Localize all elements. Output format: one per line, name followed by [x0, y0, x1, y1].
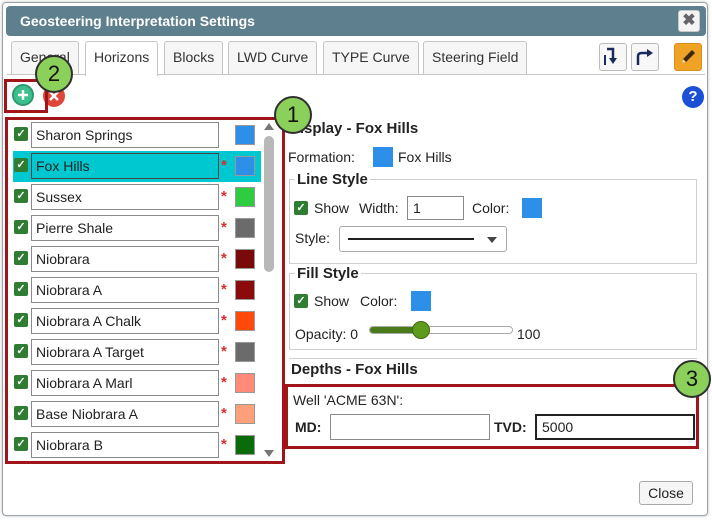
chevron-down-icon	[487, 237, 497, 243]
callout-3: 3	[673, 360, 711, 398]
tab-steering-field[interactable]: Steering Field	[423, 41, 528, 74]
depths-divider	[289, 358, 697, 359]
line-style-title: Line Style	[295, 171, 370, 188]
opacity-max-label: 100	[517, 326, 541, 342]
line-width-input[interactable]: 1	[407, 196, 464, 220]
pencil-icon	[682, 50, 695, 63]
line-style-select[interactable]	[339, 226, 507, 252]
tab-lwd-curve[interactable]: LWD Curve	[228, 41, 318, 74]
opacity-slider-handle[interactable]	[411, 321, 430, 339]
close-button[interactable]: Close	[639, 481, 693, 505]
horizon-list-highlight	[5, 117, 285, 464]
line-width-label: Width:	[359, 200, 399, 216]
dialog-title: Geosteering Interpretation Settings	[20, 13, 255, 29]
opacity-label: Opacity: 0	[295, 326, 359, 342]
formation-value: Fox Hills	[398, 149, 452, 165]
fill-style-title: Fill Style	[295, 265, 361, 282]
line-color-label: Color:	[472, 200, 510, 216]
import-arrow-icon	[604, 47, 617, 65]
callout-2: 2	[35, 55, 73, 93]
import-button[interactable]	[599, 43, 627, 71]
fill-show-checkbox[interactable]: ✓	[294, 294, 308, 308]
formation-label: Formation:	[288, 149, 355, 165]
tab-blocks[interactable]: Blocks	[164, 41, 224, 74]
depths-section-title: Depths - Fox Hills	[291, 361, 418, 378]
tab-horizons[interactable]: Horizons	[85, 41, 159, 76]
line-style-label: Style:	[295, 230, 331, 246]
fill-show-label: Show	[314, 293, 350, 309]
tab-type-curve[interactable]: TYPE Curve	[323, 41, 419, 74]
opacity-slider[interactable]	[369, 326, 513, 334]
settings-dialog: Geosteering Interpretation Settings ✖ Ge…	[2, 2, 711, 516]
export-button[interactable]	[631, 43, 659, 71]
fill-color-label: Color:	[360, 293, 398, 309]
line-color-swatch[interactable]	[522, 198, 542, 218]
edit-button[interactable]	[674, 43, 702, 71]
help-icon[interactable]: ?	[682, 86, 704, 108]
export-arrow-icon	[636, 49, 653, 65]
solid-line-preview	[348, 238, 474, 240]
fill-color-swatch[interactable]	[411, 291, 431, 311]
title-bar: Geosteering Interpretation Settings ✖	[6, 6, 706, 36]
depths-highlight	[285, 384, 699, 449]
line-show-label: Show	[314, 200, 350, 216]
formation-color-swatch	[373, 147, 393, 167]
line-show-checkbox[interactable]: ✓	[294, 201, 308, 215]
close-icon[interactable]: ✖	[678, 10, 700, 32]
callout-1: 1	[274, 96, 312, 134]
